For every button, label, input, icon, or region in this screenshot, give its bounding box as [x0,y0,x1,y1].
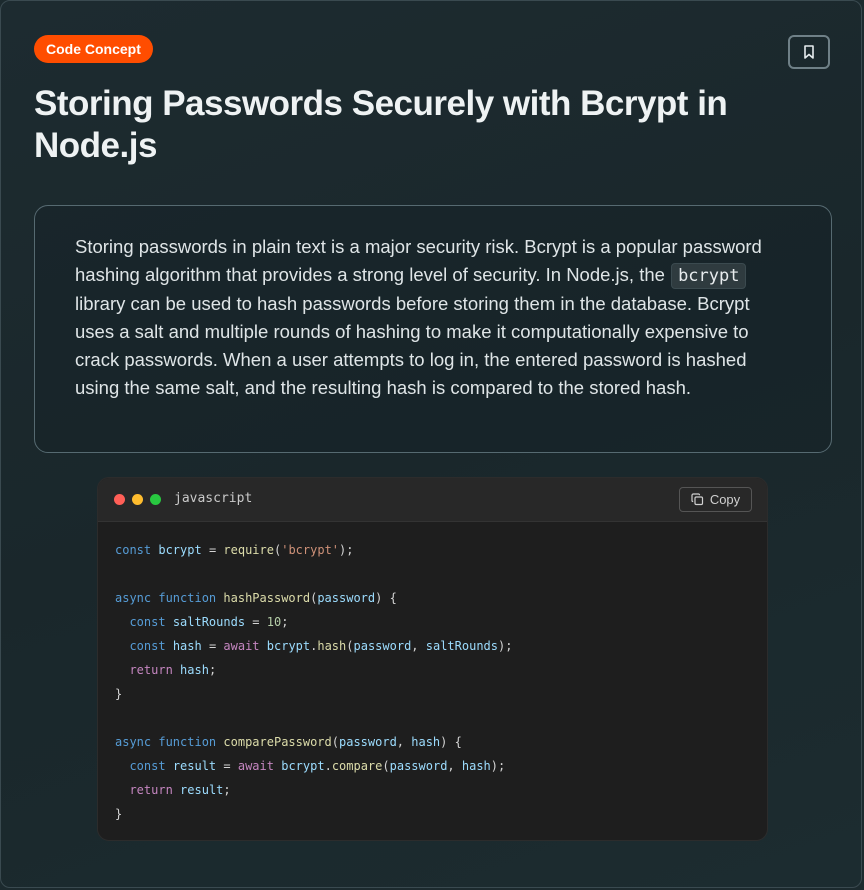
code-token: password [389,759,448,773]
code-token: ( [331,735,339,749]
code-token: ; [223,783,231,797]
code-body: const bcrypt = require('bcrypt'); async f… [115,538,512,826]
code-line: const saltRounds = 10; [115,610,512,634]
code-token: ); [498,639,513,653]
concept-card: Code Concept Storing Passwords Securely … [0,0,862,888]
description-after: library can be used to hash passwords be… [75,292,750,399]
code-token: ); [490,759,506,773]
code-token: async [115,591,152,605]
description-text: Storing passwords in plain text is a maj… [75,233,791,403]
code-token: return [129,783,173,797]
code-token: ( [346,639,354,653]
code-line: const result = await bcrypt.compare(pass… [115,754,512,778]
code-token: hash [180,663,209,677]
code-token: bcrypt [281,759,325,773]
page-title: Storing Passwords Securely with Bcrypt i… [34,84,728,165]
code-token: await [237,759,274,773]
code-line: return hash; [115,658,512,682]
code-token: hash [172,639,202,653]
code-token: function [158,735,217,749]
bookmark-icon [802,44,816,60]
code-language-label: javascript [174,491,253,506]
code-token: = [216,759,238,773]
code-token: saltRounds [425,639,498,653]
code-window: javascript Copy const bcrypt = require('… [97,477,768,841]
code-token: hash [461,759,491,773]
code-token: saltRounds [172,615,246,629]
code-token: = [201,639,224,653]
code-token: password [317,591,376,605]
code-token: ; [208,663,217,677]
code-token: , [411,639,426,653]
bookmark-button[interactable] [788,35,830,69]
copy-icon [691,493,704,506]
code-token: async [115,735,152,749]
code-line: const bcrypt = require('bcrypt'); [115,538,512,562]
code-line: } [115,682,512,706]
code-line: const hash = await bcrypt.hash(password,… [115,634,512,658]
code-token: ) { [440,735,462,749]
code-line: async function hashPassword(password) { [115,586,512,610]
code-token: comparePassword [223,735,332,749]
code-token: password [353,639,412,653]
code-token: require [223,543,274,557]
description-before: Storing passwords in plain text is a maj… [75,236,762,286]
code-token: ) { [375,591,397,605]
code-token: 'bcrypt' [281,543,340,557]
code-token: const [129,759,166,773]
code-token: , [396,735,412,749]
code-token: ; [281,615,289,629]
code-line: } [115,802,512,826]
code-token: password [339,735,397,749]
code-token: = [245,615,267,629]
code-token: ); [339,543,354,557]
category-badge: Code Concept [34,35,153,63]
inline-code: bcrypt [671,263,747,290]
code-token: . [324,759,332,773]
code-token: result [172,759,217,773]
code-token: result [180,783,224,797]
code-line: return result; [115,778,512,802]
close-dot-icon [114,494,125,505]
code-token: bcrypt [158,543,202,557]
code-token: 10 [266,615,282,629]
code-token: const [129,639,166,653]
maximize-dot-icon [150,494,161,505]
code-token: } [115,807,123,821]
copy-button-label: Copy [709,492,741,507]
code-token: const [129,615,166,629]
code-token: hash [317,639,347,653]
code-token: } [115,687,123,701]
code-token: , [447,759,462,773]
copy-button[interactable]: Copy [679,487,752,512]
code-token: = [201,543,224,557]
code-token: bcrypt [266,639,311,653]
code-token: compare [331,759,383,773]
description-box: Storing passwords in plain text is a maj… [34,205,832,453]
code-line: async function comparePassword(password,… [115,730,512,754]
code-token: await [223,639,260,653]
code-token: hashPassword [223,591,311,605]
minimize-dot-icon [132,494,143,505]
code-token: hash [411,735,441,749]
code-token: ( [382,759,390,773]
code-token: function [158,591,217,605]
code-token: return [129,663,173,677]
code-token: const [115,543,152,557]
code-header: javascript Copy [98,478,767,522]
